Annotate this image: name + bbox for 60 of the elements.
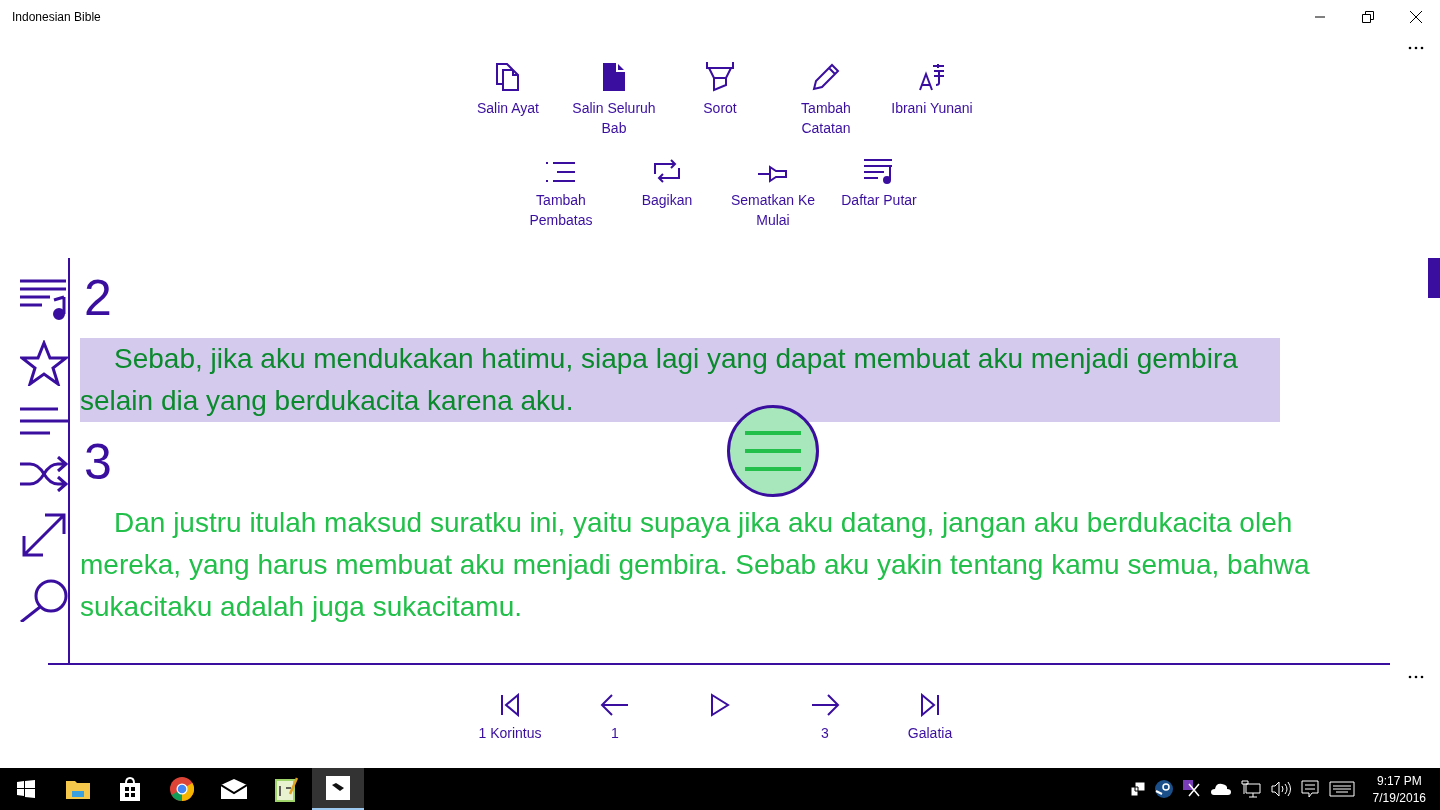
action-button[interactable]: Tambah Pembatas [511,150,611,230]
play-icon[interactable] [709,693,731,717]
arrow-left-icon[interactable] [600,693,630,717]
app-icon[interactable] [326,776,350,800]
translate-icon[interactable] [918,62,946,92]
notepad-icon[interactable] [274,776,298,802]
taskbar-button[interactable] [312,768,364,810]
devices-icon[interactable] [1130,782,1145,796]
clock-date[interactable]: 7/19/2016 [1372,790,1426,805]
star-icon[interactable] [20,340,68,386]
indent-list-icon[interactable] [545,160,577,184]
scissors-icon[interactable] [1182,780,1201,798]
resize-icon[interactable] [21,512,67,558]
steam-icon[interactable] [1154,780,1173,798]
verse-number: 3 [83,433,112,492]
message-icon[interactable] [1300,780,1319,798]
folder-icon[interactable] [66,779,90,799]
search-icon[interactable] [20,578,68,622]
cloud-icon[interactable] [1210,783,1231,795]
keyboard-icon[interactable] [1328,781,1355,797]
action-button[interactable]: Sematkan Ke Mulai [723,150,823,230]
action-button[interactable]: Ibrani Yunani [882,58,982,138]
verse-number: 2 [83,269,112,328]
action-button[interactable]: Bagikan [617,150,717,230]
action-button[interactable]: Daftar Putar [829,150,929,230]
browser-icon[interactable] [170,777,194,801]
clock-time[interactable]: 9:17 PM [1372,773,1426,788]
windows-icon[interactable] [17,780,35,798]
more-icon[interactable] [1408,46,1424,50]
shuffle-icon[interactable] [20,456,68,492]
action-button[interactable]: Sorot [670,58,770,138]
skip-back-icon[interactable] [498,693,522,717]
document-icon[interactable] [602,62,626,92]
copy-icon[interactable] [494,62,522,92]
navigation-button[interactable]: 3 [775,693,875,741]
shopping-bag-icon[interactable] [119,777,141,801]
more-icon[interactable] [1408,675,1424,679]
window-title: Indonesian Bible [12,10,102,24]
playlist-icon[interactable] [863,158,895,184]
network-icon[interactable] [1240,780,1261,798]
action-button[interactable]: Salin Seluruh Bab [564,58,664,138]
navigation-button[interactable]: Galatia [880,693,980,741]
action-button[interactable]: Salin Ayat [458,58,558,138]
restore-icon [1362,11,1374,23]
action-button[interactable]: Tambah Catatan [776,58,876,138]
arrow-right-icon[interactable] [810,693,840,717]
playlist-icon[interactable] [20,278,68,320]
envelope-icon[interactable] [221,779,247,799]
speaker-icon[interactable] [1270,781,1291,797]
lines-icon[interactable] [20,406,68,436]
pencil-icon[interactable] [811,62,841,92]
highlighter-icon[interactable] [705,60,735,92]
scrollbar-thumb[interactable] [1428,258,1440,298]
menu-icon [743,429,803,473]
repeat-icon[interactable] [652,158,682,184]
navigation-button[interactable]: 1 Korintus [460,693,560,741]
close-icon [1410,11,1422,23]
skip-forward-icon[interactable] [918,693,942,717]
navigation-button[interactable]: 1 [565,693,665,741]
pin-icon[interactable] [757,164,789,184]
